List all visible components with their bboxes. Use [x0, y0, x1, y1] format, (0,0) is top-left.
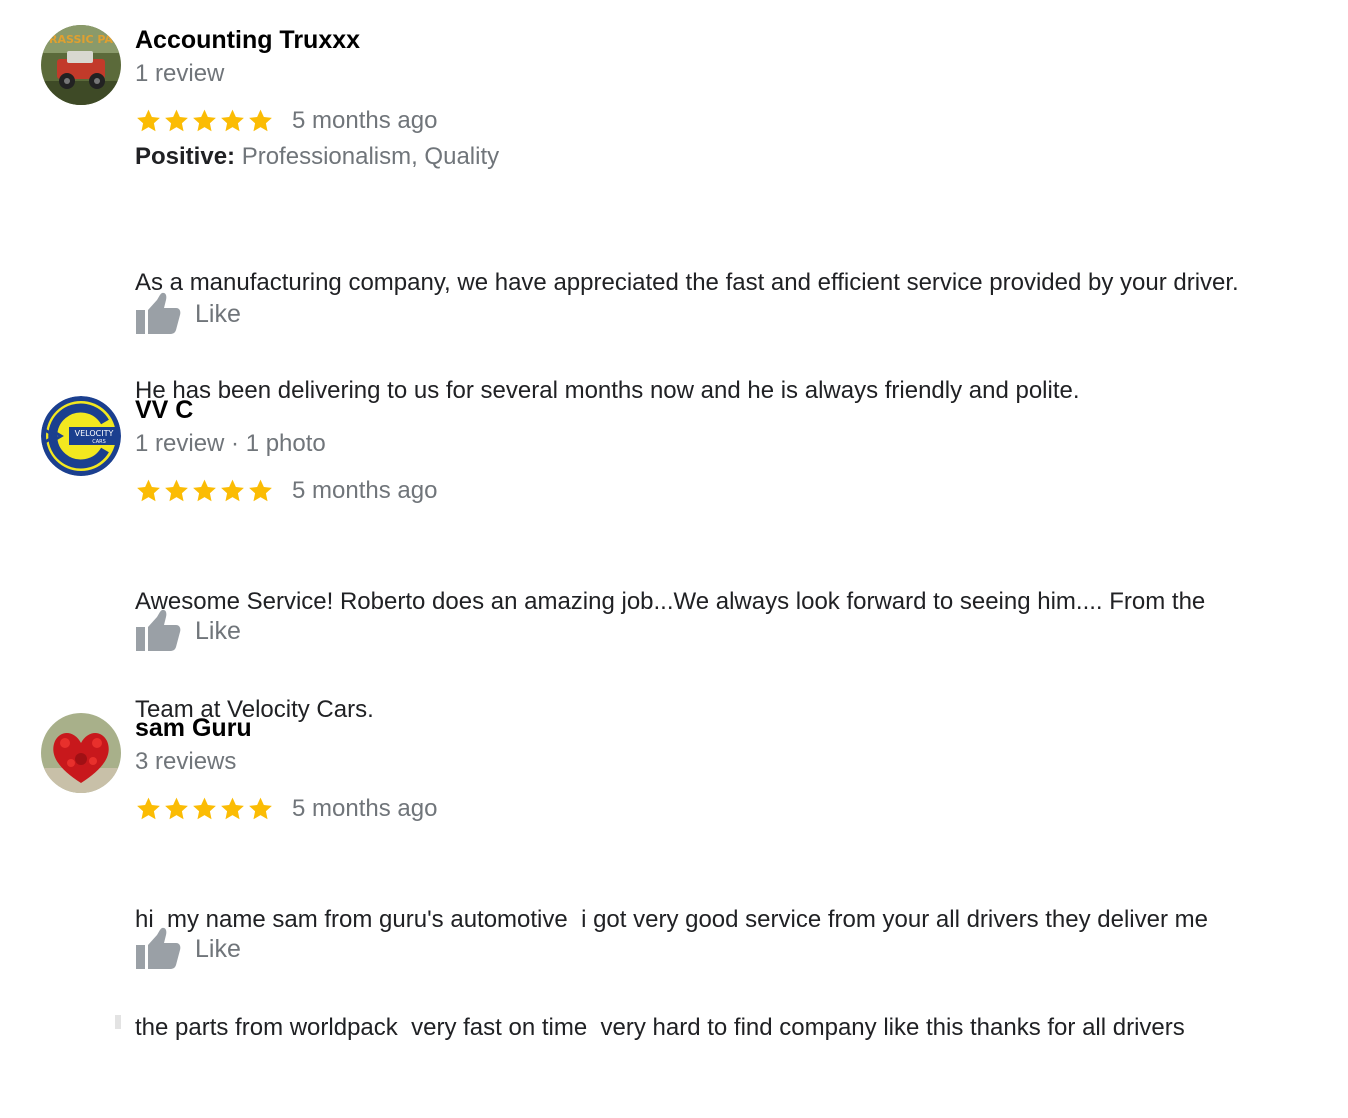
star-icon [249, 797, 272, 820]
reviewer-meta[interactable]: 3 reviews [135, 747, 1338, 777]
like-label: Like [195, 300, 241, 328]
like-button[interactable]: Like [135, 292, 241, 336]
star-icon [221, 797, 244, 820]
avatar[interactable] [41, 713, 121, 793]
star-icon [193, 797, 216, 820]
positive-values: Professionalism, Quality [241, 143, 500, 170]
reviewer-name[interactable]: VV C [135, 395, 1338, 425]
scroll-fragment [115, 1015, 121, 1029]
rating-row: 5 months ago [135, 104, 1338, 138]
avatar-image-red-flowers [41, 713, 121, 793]
star-rating [135, 108, 274, 134]
like-label: Like [195, 617, 241, 645]
star-icon [137, 109, 160, 132]
reviewer-name[interactable]: sam Guru [135, 713, 1338, 743]
avatar-logo-text: RASSIC PA [49, 33, 113, 46]
review-text: hi my name sam from guru's automotive i … [135, 830, 1338, 1118]
avatar[interactable]: RASSIC PA [41, 25, 121, 105]
reviewer-meta[interactable]: 1 review [135, 59, 1338, 89]
review-time: 5 months ago [292, 795, 438, 822]
positive-attributes: Positive: Professionalism, Quality [135, 142, 1338, 172]
thumbs-up-icon [136, 927, 181, 969]
star-icon [165, 109, 188, 132]
review-text-line: the parts from worldpack very fast on ti… [135, 1014, 1185, 1041]
reviewer-name[interactable]: Accounting Truxxx [135, 25, 1338, 55]
like-button[interactable]: Like [135, 927, 241, 971]
review-text-line: hi my name sam from guru's automotive i … [135, 906, 1208, 933]
star-icon [165, 479, 188, 502]
star-rating [135, 478, 274, 504]
avatar-logo-subtext: CARS [92, 439, 106, 445]
thumbs-up-icon [136, 609, 181, 651]
avatar-image-velocity-logo: VELOCITY CARS [41, 396, 121, 476]
star-icon [221, 479, 244, 502]
reviewer-meta[interactable]: 1 review · 1 photo [135, 429, 1338, 459]
star-icon [137, 797, 160, 820]
avatar-logo-text: VELOCITY [75, 429, 114, 438]
review-text-line: Awesome Service! Roberto does an amazing… [135, 588, 1206, 615]
star-icon [193, 109, 216, 132]
avatar[interactable]: VELOCITY CARS [41, 396, 121, 476]
thumbs-up-icon [136, 292, 181, 334]
star-icon [137, 479, 160, 502]
positive-label: Positive: [135, 143, 236, 170]
star-icon [165, 797, 188, 820]
star-icon [249, 109, 272, 132]
star-icon [193, 479, 216, 502]
review-time: 5 months ago [292, 477, 438, 504]
like-button[interactable]: Like [135, 609, 241, 653]
star-icon [221, 109, 244, 132]
review-time: 5 months ago [292, 107, 438, 134]
rating-row: 5 months ago [135, 474, 1338, 508]
avatar-image-jeep: RASSIC PA [41, 25, 121, 105]
star-rating [135, 796, 274, 822]
rating-row: 5 months ago [135, 792, 1338, 826]
review-text-line: As a manufacturing company, we have appr… [135, 269, 1239, 296]
like-label: Like [195, 935, 241, 963]
star-icon [249, 479, 272, 502]
